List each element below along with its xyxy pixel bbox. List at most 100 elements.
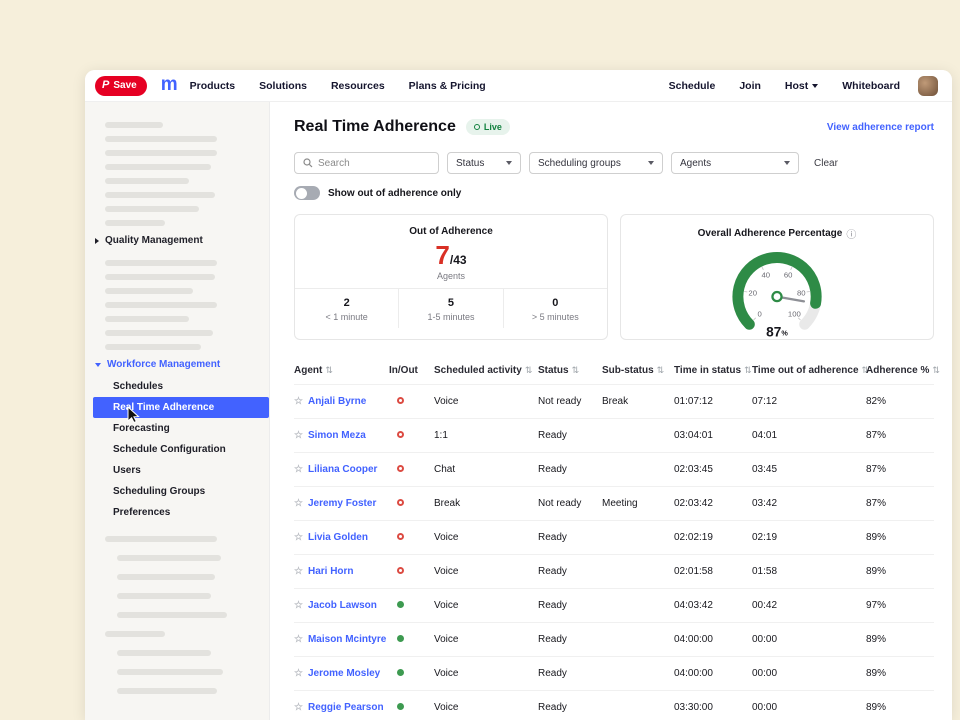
skeleton-bar — [105, 274, 215, 280]
agent-link[interactable]: ☆Anjali Byrne — [294, 396, 389, 407]
clear-filters-link[interactable]: Clear — [814, 158, 838, 169]
time-out-of-adherence-cell: 02:19 — [752, 532, 866, 543]
time-out-of-adherence-cell: 00:00 — [752, 702, 866, 713]
column-header-adherence[interactable]: Adherence %⇅ — [866, 365, 940, 376]
star-icon[interactable]: ☆ — [294, 702, 303, 713]
gauge-tick — [762, 267, 763, 270]
agents-total: /43 — [450, 253, 467, 267]
agent-link[interactable]: ☆Maison Mcintyre — [294, 634, 389, 645]
agent-link[interactable]: ☆Jerome Mosley — [294, 668, 389, 679]
bucket-under-1-minute: 2 < 1 minute — [295, 289, 398, 328]
top-navbar: P Save m Products Solutions Resources Plans… — [85, 70, 952, 102]
show-out-of-adherence-toggle[interactable] — [294, 186, 320, 200]
status-cell: Ready — [538, 532, 602, 543]
skeleton-bar — [117, 669, 223, 675]
sidebar-section-workforce-management[interactable]: Workforce Management — [85, 350, 269, 376]
search-icon — [303, 158, 313, 168]
column-header-scheduled-activity[interactable]: Scheduled activity⇅ — [434, 365, 538, 376]
search-input[interactable]: Search — [294, 152, 439, 174]
nav-item-plans-pricing[interactable]: Plans & Pricing — [409, 80, 486, 92]
scheduling-groups-filter[interactable]: Scheduling groups — [529, 152, 663, 174]
table-header: Agent⇅In/OutScheduled activity⇅Status⇅Su… — [294, 356, 934, 384]
agent-link[interactable]: ☆ Liliana Cooper — [294, 464, 389, 475]
sidebar-section-quality-management[interactable]: Quality Management — [85, 226, 269, 252]
agent-name: Liliana Cooper — [308, 464, 377, 475]
nav-item-whiteboard[interactable]: Whiteboard — [842, 80, 900, 92]
agent-name: Simon Meza — [308, 430, 366, 441]
adherence-table: Agent⇅In/OutScheduled activity⇅Status⇅Su… — [294, 356, 934, 720]
info-icon[interactable]: ⓘ — [846, 226, 856, 241]
in-adherence-dot — [397, 601, 404, 608]
agent-link[interactable]: ☆Jacob Lawson — [294, 600, 389, 611]
time-in-status-cell: 04:00:00 — [674, 634, 752, 645]
nav-item-host[interactable]: Host — [785, 80, 818, 92]
star-icon[interactable]: ☆ — [294, 430, 303, 441]
section-label: Workforce Management — [107, 359, 220, 370]
save-button-label: Save — [113, 80, 136, 91]
agent-link[interactable]: ☆ Simon Meza — [294, 430, 389, 441]
chevron-down-icon — [812, 84, 818, 88]
nav-item-schedule[interactable]: Schedule — [669, 80, 716, 92]
skeleton-group-top — [85, 122, 269, 226]
sidebar-item-scheduling-groups[interactable]: Scheduling Groups — [93, 481, 269, 502]
star-icon[interactable]: ☆ — [294, 600, 303, 611]
agent-link[interactable]: ☆Reggie Pearson — [294, 702, 389, 713]
skeleton-bar — [105, 206, 199, 212]
sidebar-item-users[interactable]: Users — [93, 460, 269, 481]
star-icon[interactable]: ☆ — [294, 566, 303, 577]
scheduled-activity-cell: Voice — [434, 668, 538, 679]
column-header-in-out[interactable]: In/Out — [389, 365, 434, 376]
summary-cards: Out of Adherence 7/43 Agents 2 < 1 minut… — [294, 214, 934, 340]
column-header-sub-status[interactable]: Sub-status⇅ — [602, 365, 674, 376]
in-adherence-dot — [397, 669, 404, 676]
time-in-status-cell: 02:01:58 — [674, 566, 752, 577]
star-icon[interactable]: ☆ — [294, 532, 303, 543]
star-icon[interactable]: ☆ — [294, 498, 303, 509]
star-icon[interactable]: ☆ — [294, 396, 303, 407]
status-cell: Ready — [538, 634, 602, 645]
table-row: ☆Reggie PearsonVoiceReady03:30:0000:0089… — [294, 690, 934, 720]
miro-logo[interactable]: m — [161, 75, 178, 94]
agents-filter[interactable]: Agents — [671, 152, 799, 174]
status-cell: Ready — [538, 464, 602, 475]
chevron-down-icon — [784, 161, 790, 165]
column-header-agent[interactable]: Agent⇅ — [294, 365, 389, 376]
skeleton-bar — [105, 192, 215, 198]
time-in-status-cell: 02:03:42 — [674, 498, 752, 509]
agent-link[interactable]: ☆Livia Golden — [294, 532, 389, 543]
filter-row: Search Status Scheduling groups Agents C… — [294, 152, 934, 174]
avatar[interactable] — [918, 76, 938, 96]
time-in-status-cell: 02:02:19 — [674, 532, 752, 543]
bucket-over-5-minutes: 0 > 5 minutes — [503, 289, 607, 328]
sidebar-item-forecasting[interactable]: Forecasting — [93, 418, 269, 439]
gauge-value-text: 87% — [766, 325, 788, 340]
sidebar-item-preferences[interactable]: Preferences — [93, 502, 269, 523]
star-icon[interactable]: ☆ — [294, 634, 303, 645]
in-adherence-dot — [397, 635, 404, 642]
nav-item-join[interactable]: Join — [739, 80, 761, 92]
sidebar-item-real-time-adherence[interactable]: Real Time Adherence — [93, 397, 269, 418]
nav-item-solutions[interactable]: Solutions — [259, 80, 307, 92]
sort-icon: ⇅ — [932, 365, 940, 376]
sidebar-item-schedules[interactable]: Schedules — [93, 376, 269, 397]
adherence-cell: 87% — [866, 430, 934, 441]
sidebar-item-schedule-configuration[interactable]: Schedule Configuration — [93, 439, 269, 460]
title-row: Real Time Adherence Live View adherence … — [294, 118, 934, 136]
nav-item-resources[interactable]: Resources — [331, 80, 385, 92]
column-header-time-in-status[interactable]: Time in status⇅ — [674, 365, 752, 376]
column-header-status[interactable]: Status⇅ — [538, 365, 602, 376]
column-header-time-out-of-adherence[interactable]: Time out of adherence⇅ — [752, 365, 866, 376]
column-label: Agent — [294, 365, 322, 376]
adherence-gauge: 020406080100 87% — [686, 242, 868, 340]
star-icon[interactable]: ☆ — [294, 668, 303, 679]
table-row: ☆Liliana CooperChatReady02:03:4503:4587% — [294, 452, 934, 486]
time-out-of-adherence-cell: 00:00 — [752, 668, 866, 679]
status-filter[interactable]: Status — [447, 152, 521, 174]
view-adherence-report-link[interactable]: View adherence report — [827, 122, 934, 133]
star-icon[interactable]: ☆ — [294, 464, 303, 475]
skeleton-bar — [117, 574, 215, 580]
agent-link[interactable]: ☆Jeremy Foster — [294, 498, 389, 509]
pinterest-save-button[interactable]: P Save — [95, 76, 147, 96]
agent-link[interactable]: ☆Hari Horn — [294, 566, 389, 577]
nav-item-products[interactable]: Products — [190, 80, 236, 92]
